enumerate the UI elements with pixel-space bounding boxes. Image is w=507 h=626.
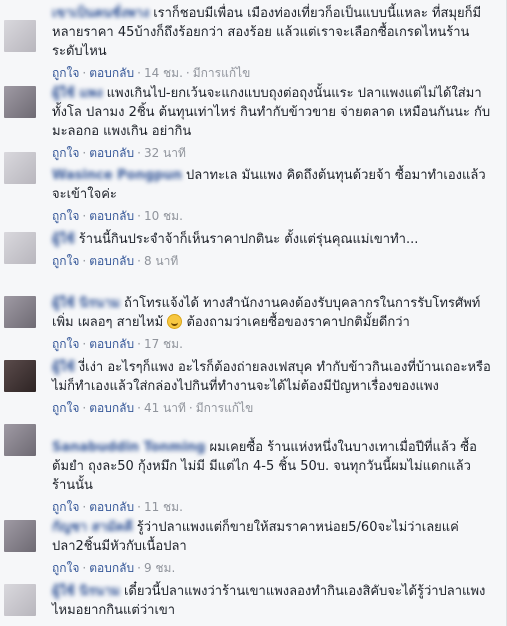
like-link[interactable]: ถูกใจ [52, 146, 79, 160]
comment-item: กัญชา สามัคคี รู้ว่าปลาแพงแต่ก็ขายให้สมรา… [0, 518, 507, 580]
comment-author[interactable]: Wasince Pongpun [52, 166, 182, 185]
comment-item: ผู้ใช้ นิรนาม เดี๋ยวนี้ปลาแพงว่าร้านเขาแพ… [0, 582, 507, 626]
comment-time[interactable]: 14 ชม. [144, 66, 183, 80]
reply-link[interactable]: ตอบกลับ [89, 401, 134, 415]
comment-text-continued: ต้องถามว่าเคยซื้อของราคาปกติมั้ยดีกว่า [186, 315, 410, 330]
reply-link[interactable]: ตอบกลับ [89, 66, 134, 80]
comment-time[interactable]: 17 ชม. [144, 337, 183, 351]
avatar[interactable] [4, 232, 36, 264]
comment-actions: ถูกใจ · ตอบกลับ · 14 ชม. · มีการแก้ไข [52, 66, 251, 80]
edited-label[interactable]: มีการแก้ไข [193, 66, 251, 80]
comment-item: Sanabuddin Tonming ผมเคยซื้อ ร้านแห่งหนึ่… [0, 424, 507, 516]
comment-time[interactable]: 8 นาที [144, 254, 178, 268]
avatar[interactable] [4, 424, 36, 456]
comment-author[interactable]: เขาเป็นคนชั่งพาง [52, 4, 149, 23]
comment-body: ผู้ใช้ ร้านนี้กินประจำจ้าก็เห็นราคาปกตินะ… [52, 230, 491, 270]
comment-author[interactable]: กัญชา สามัคคี [52, 518, 133, 537]
comment-item: Wasince Pongpun ปลาทะเล มันแพง คิดถึงต้นท… [0, 152, 507, 228]
comment-body: ผู้ใช้ นิรนาม ถ้าโทรแจ้งได้ ทางสำนักงานคง… [52, 294, 491, 353]
like-link[interactable]: ถูกใจ [52, 561, 79, 575]
comment-time[interactable]: 10 ชม. [144, 209, 183, 223]
comment-text: ร้านนี้กินประจำจ้าก็เห็นราคาปกตินะ ตั้งแ… [78, 232, 419, 247]
comment-time[interactable]: 32 นาที [144, 146, 186, 160]
comment-author[interactable]: ผู้ใช้ นิรนาม [52, 582, 120, 601]
comment-item: ผู้ใช้ นิรนาม ถ้าโทรแจ้งได้ ทางสำนักงานคง… [0, 294, 507, 356]
reply-link[interactable]: ตอบกลับ [89, 561, 134, 575]
like-link[interactable]: ถูกใจ [52, 209, 79, 223]
smile-emoji-icon [167, 314, 183, 329]
comment-time[interactable]: 41 นาที [144, 401, 186, 415]
comment-actions: ถูกใจ · ตอบกลับ · 9 ชม. [52, 561, 176, 575]
avatar[interactable] [4, 520, 36, 552]
avatar[interactable] [4, 360, 36, 392]
comment-item: เขาเป็นคนชั่งพาง เราก็ชอบมีเพื่อน เมืองท่… [0, 4, 507, 84]
comment-body: Sanabuddin Tonming ผมเคยซื้อ ร้านแห่งหนึ่… [52, 438, 491, 516]
reply-link[interactable]: ตอบกลับ [89, 146, 134, 160]
like-link[interactable]: ถูกใจ [52, 401, 79, 415]
reply-link[interactable]: ตอบกลับ [89, 500, 134, 514]
comment-body: ผู้ใช้ นิรนาม เดี๋ยวนี้ปลาแพงว่าร้านเขาแพ… [52, 582, 491, 620]
reply-link[interactable]: ตอบกลับ [89, 209, 134, 223]
comment-text: งี่เง่า อะไรๆก็แพง อะไรก็ต้องถ่ายลงเฟสบุ… [52, 360, 491, 394]
comment-item: ผู้ใช้ แพง แพงเกินไป-ยกเว้นจะแกงแบบถุงต่อ… [0, 84, 507, 162]
comment-author[interactable]: ผู้ใช้ [52, 358, 75, 377]
comment-body: กัญชา สามัคคี รู้ว่าปลาแพงแต่ก็ขายให้สมรา… [52, 518, 491, 577]
reply-link[interactable]: ตอบกลับ [89, 254, 134, 268]
avatar[interactable] [4, 584, 36, 616]
comment-author[interactable]: ผู้ใช้ แพง [52, 84, 103, 103]
comment-author[interactable]: Sanabuddin Tonming [52, 438, 205, 457]
comment-time[interactable]: 9 ชม. [144, 561, 175, 575]
avatar[interactable] [4, 86, 36, 118]
like-link[interactable]: ถูกใจ [52, 66, 79, 80]
comment-time[interactable]: 11 ชม. [144, 500, 183, 514]
comment-actions: ถูกใจ · ตอบกลับ · 17 ชม. [52, 337, 183, 351]
comment-actions: ถูกใจ · ตอบกลับ · 41 นาที · มีการแก้ไข [52, 401, 254, 415]
comment-actions: ถูกใจ · ตอบกลับ · 8 นาที [52, 254, 179, 268]
comment-actions: ถูกใจ · ตอบกลับ · 32 นาที [52, 146, 186, 160]
like-link[interactable]: ถูกใจ [52, 254, 79, 268]
like-link[interactable]: ถูกใจ [52, 337, 79, 351]
like-link[interactable]: ถูกใจ [52, 500, 79, 514]
edited-label[interactable]: มีการแก้ไข [196, 401, 254, 415]
comment-item: ผู้ใช้ ร้านนี้กินประจำจ้าก็เห็นราคาปกตินะ… [0, 230, 507, 292]
avatar[interactable] [4, 152, 36, 184]
avatar[interactable] [4, 20, 36, 52]
comment-text: แพงเกินไป-ยกเว้นจะแกงแบบถุงต่อถุงนั้นแระ… [52, 86, 491, 139]
comment-thread: เขาเป็นคนชั่งพาง เราก็ชอบมีเพื่อน เมืองท่… [0, 0, 507, 626]
reply-link[interactable]: ตอบกลับ [89, 337, 134, 351]
avatar[interactable] [4, 296, 36, 328]
comment-actions: ถูกใจ · ตอบกลับ · 11 ชม. [52, 500, 183, 514]
comment-body: ผู้ใช้ งี่เง่า อะไรๆก็แพง อะไรก็ต้องถ่ายล… [52, 358, 491, 417]
comment-author[interactable]: ผู้ใช้ [52, 230, 75, 249]
comment-item: ผู้ใช้ งี่เง่า อะไรๆก็แพง อะไรก็ต้องถ่ายล… [0, 358, 507, 436]
comment-author[interactable]: ผู้ใช้ นิรนาม [52, 294, 120, 313]
comment-body: Wasince Pongpun ปลาทะเล มันแพง คิดถึงต้นท… [52, 166, 491, 225]
comment-body: เขาเป็นคนชั่งพาง เราก็ชอบมีเพื่อน เมืองท่… [52, 4, 491, 82]
comment-body: ผู้ใช้ แพง แพงเกินไป-ยกเว้นจะแกงแบบถุงต่อ… [52, 84, 491, 162]
comment-actions: ถูกใจ · ตอบกลับ · 10 ชม. [52, 209, 183, 223]
